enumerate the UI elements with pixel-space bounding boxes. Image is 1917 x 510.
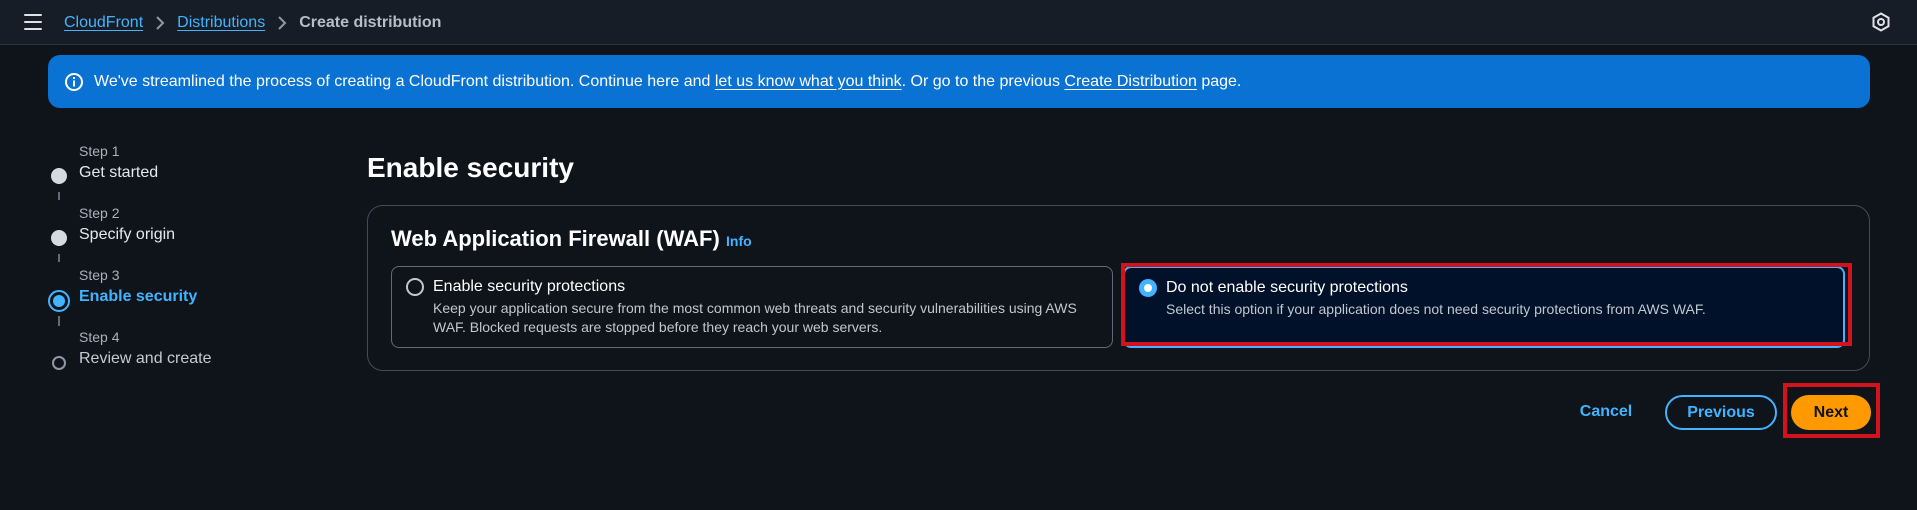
step-completed-dot <box>51 230 67 246</box>
flash-text: We've streamlined the process of creatin… <box>94 73 1241 91</box>
option-title: Enable security protections <box>433 278 626 295</box>
step-label: Review and create <box>79 350 212 367</box>
info-link[interactable]: Info <box>726 233 752 249</box>
flash-text-part: . Or go to the previous <box>901 72 1065 90</box>
flash-text-part: page. <box>1196 72 1242 90</box>
step-label: Get started <box>79 164 159 181</box>
breadcrumb-distributions[interactable]: Distributions <box>177 14 265 32</box>
step-number: Step 1 <box>79 143 120 159</box>
breadcrumb: CloudFront Distributions Create distribu… <box>64 0 441 45</box>
option-do-not-enable-security-protections[interactable]: Do not enable security protections Selec… <box>1123 266 1845 348</box>
option-description: Select this option if your application d… <box>1166 301 1706 317</box>
top-navigation-bar: CloudFront Distributions Create distribu… <box>0 0 1917 45</box>
next-button[interactable]: Next <box>1791 395 1871 430</box>
option-description: Keep your application secure from the mo… <box>433 300 1077 335</box>
waf-container: Web Application Firewall (WAF) Info Enab… <box>367 205 1870 371</box>
breadcrumb-cloudfront[interactable]: CloudFront <box>64 14 143 32</box>
info-circle-icon <box>64 72 84 92</box>
step-connector <box>58 316 60 326</box>
step-upcoming-dot <box>52 356 66 370</box>
radio-do-not-enable-security[interactable] <box>1139 279 1157 297</box>
flash-text-part: We've streamlined the process of creatin… <box>94 72 715 90</box>
step-specify-origin[interactable]: Step 2 Specify origin <box>48 202 308 252</box>
chevron-right-icon <box>277 15 287 30</box>
hamburger-menu-icon[interactable] <box>24 14 42 30</box>
step-completed-dot <box>51 168 67 184</box>
info-flash-banner: We've streamlined the process of creatin… <box>48 55 1870 108</box>
step-label: Specify origin <box>79 226 176 243</box>
option-title: Do not enable security protections <box>1166 279 1408 296</box>
settings-hexagon-icon[interactable] <box>1871 12 1891 32</box>
feedback-link[interactable]: let us know what you think <box>715 73 902 90</box>
step-connector <box>58 254 60 262</box>
step-enable-security: Step 3 Enable security <box>48 264 308 314</box>
step-connector <box>58 192 60 200</box>
step-active-dot <box>48 290 70 312</box>
previous-button[interactable]: Previous <box>1665 395 1777 430</box>
breadcrumb-current: Create distribution <box>299 13 442 31</box>
previous-create-distribution-link[interactable]: Create Distribution <box>1064 73 1197 90</box>
step-number: Step 4 <box>79 329 120 345</box>
step-label: Enable security <box>79 288 198 305</box>
step-review-and-create: Step 4 Review and create <box>48 326 308 376</box>
option-enable-security-protections[interactable]: Enable security protections Keep your ap… <box>391 266 1113 348</box>
cancel-button[interactable]: Cancel <box>1570 396 1642 428</box>
step-get-started[interactable]: Step 1 Get started <box>48 140 308 190</box>
waf-heading: Web Application Firewall (WAF) <box>391 226 720 251</box>
step-number: Step 2 <box>79 205 120 221</box>
radio-enable-security[interactable] <box>406 278 424 296</box>
chevron-right-icon <box>155 15 165 30</box>
step-number: Step 3 <box>79 267 120 283</box>
page-title: Enable security <box>367 152 574 183</box>
